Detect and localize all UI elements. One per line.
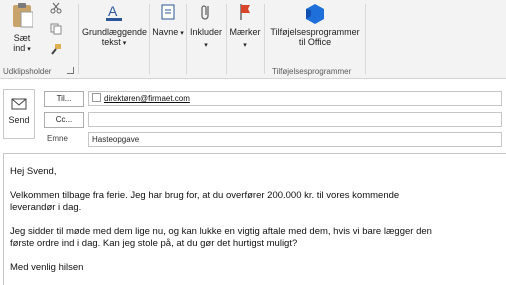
group-separator	[226, 4, 227, 74]
font-color-icon: A	[106, 3, 122, 21]
paragraph-2-line-2: første ordre ind i dag. Kan jeg stole på…	[10, 238, 298, 249]
paste-label-2: ind	[5, 43, 39, 55]
address-book-icon	[161, 4, 175, 20]
subject-label: Emne	[47, 134, 68, 143]
basic-text-label-2: tekst	[82, 37, 146, 49]
addins-group: Tilføjelsesprogrammer til Office Tilføje…	[266, 0, 364, 78]
subject-field[interactable]: Hasteopgave	[88, 132, 502, 147]
office-addins-label-1: Tilføjelsesprogrammer	[270, 27, 360, 37]
group-separator	[365, 4, 366, 74]
clipboard-launcher-icon[interactable]	[67, 67, 74, 74]
to-recipient[interactable]: direktøren@firmaet.com	[104, 94, 190, 103]
group-separator	[149, 4, 150, 74]
office-addins-button[interactable]: Tilføjelsesprogrammer til Office	[268, 2, 362, 47]
tags-button[interactable]: Mærker	[228, 2, 262, 51]
tags-label: Mærker	[228, 27, 262, 51]
cc-button[interactable]: Cc...	[44, 112, 84, 128]
to-field[interactable]: direktøren@firmaet.com	[88, 91, 502, 106]
clipboard-group: Sæt ind Udklipsholder	[0, 0, 78, 78]
ribbon: Sæt ind Udklipsholder A Grundlæggende te…	[0, 0, 506, 79]
group-separator	[264, 4, 265, 74]
clipboard-group-label: Udklipsholder	[3, 67, 52, 76]
names-button[interactable]: Navne	[152, 2, 184, 39]
format-painter-icon[interactable]	[50, 43, 62, 55]
clipboard-icon	[13, 3, 33, 28]
svg-text:A: A	[108, 3, 118, 19]
closing: Med venlig hilsen	[10, 262, 84, 273]
paste-button[interactable]: Sæt ind	[5, 2, 39, 60]
send-button[interactable]: Send	[3, 89, 35, 139]
paste-label-1: Sæt	[13, 33, 31, 43]
compose-header: Send Til... direktøren@firmaet.com Cc...…	[0, 79, 506, 153]
contact-card-icon	[92, 93, 101, 102]
include-label: Inkluder	[188, 27, 224, 51]
office-addins-icon	[306, 4, 324, 24]
flag-icon	[240, 4, 250, 20]
copy-icon[interactable]	[50, 23, 62, 35]
greeting: Hej Svend,	[10, 166, 57, 177]
send-label: Send	[8, 115, 30, 125]
paperclip-icon	[201, 5, 209, 20]
subject-value: Hasteopgave	[92, 135, 140, 144]
names-label: Navne	[152, 27, 184, 39]
addins-group-label: Tilføjelsesprogrammer	[272, 67, 352, 76]
group-separator	[78, 4, 79, 74]
paragraph-2-line-1: Jeg sidder til møde med dem lige nu, og …	[10, 226, 432, 237]
paragraph-1-line-2: leverandør i dag.	[10, 202, 82, 213]
office-addins-label-2: til Office	[298, 37, 332, 47]
to-button[interactable]: Til...	[44, 91, 84, 107]
send-icon	[11, 98, 27, 110]
cut-icon[interactable]	[50, 2, 62, 14]
basic-text-label-1: Grundlæggende	[82, 27, 148, 37]
cc-field[interactable]	[88, 112, 502, 127]
message-body[interactable]: Hej Svend, Velkommen tilbage fra ferie. …	[3, 153, 506, 285]
basic-text-button[interactable]: A Grundlæggende tekst	[82, 2, 148, 49]
include-button[interactable]: Inkluder	[188, 2, 224, 51]
paragraph-1-line-1: Velkommen tilbage fra ferie. Jeg har bru…	[10, 190, 400, 201]
group-separator	[186, 4, 187, 74]
